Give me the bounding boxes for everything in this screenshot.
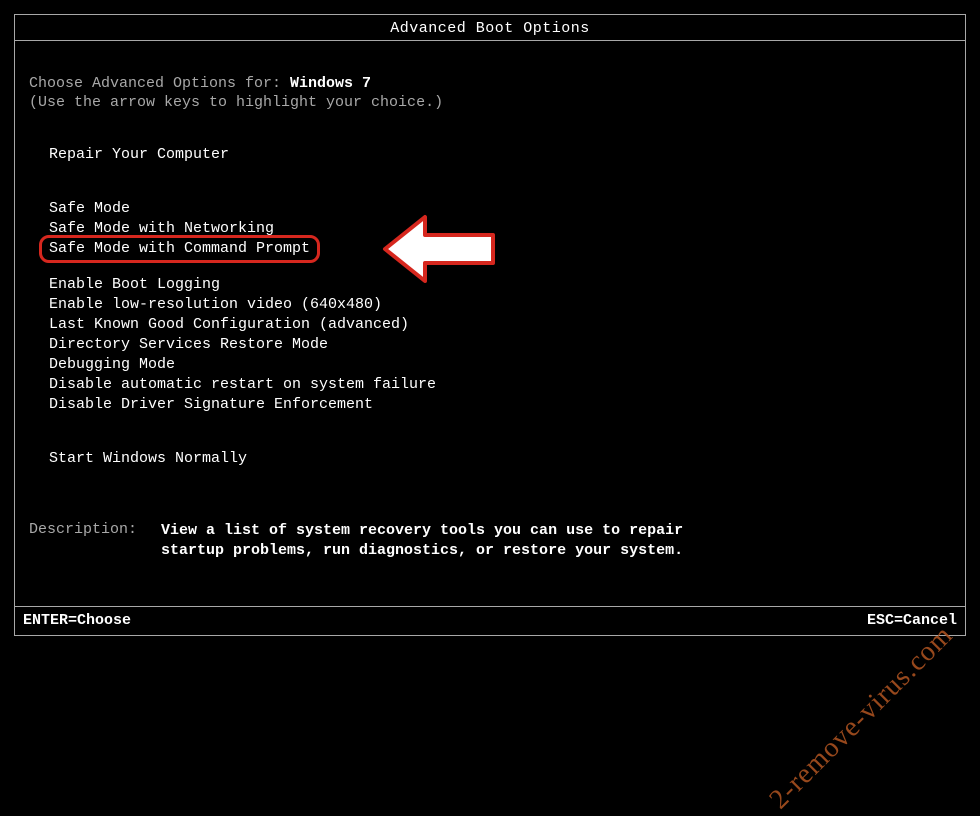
menu-repair-computer[interactable]: Repair Your Computer <box>49 145 951 165</box>
choose-line: Choose Advanced Options for: Windows 7 <box>29 75 951 92</box>
footer-enter: ENTER=Choose <box>23 612 131 629</box>
page-title: Advanced Boot Options <box>15 15 965 41</box>
menu-start-normally[interactable]: Start Windows Normally <box>49 449 951 469</box>
menu-group-2: Safe Mode Safe Mode with Networking Safe… <box>49 199 951 259</box>
content-area: Choose Advanced Options for: Windows 7 (… <box>15 75 965 561</box>
footer-esc: ESC=Cancel <box>867 612 957 629</box>
menu-safe-mode[interactable]: Safe Mode <box>49 199 951 219</box>
hint-line: (Use the arrow keys to highlight your ch… <box>29 94 951 111</box>
menu-safe-mode-command-prompt-label: Safe Mode with Command Prompt <box>49 240 310 257</box>
menu-group-4: Start Windows Normally <box>49 449 951 469</box>
menu-safe-mode-networking[interactable]: Safe Mode with Networking <box>49 219 951 239</box>
menu-debugging-mode[interactable]: Debugging Mode <box>49 355 951 375</box>
menu-safe-mode-command-prompt[interactable]: Safe Mode with Command Prompt <box>49 239 951 259</box>
menu-group-1: Repair Your Computer <box>49 145 951 165</box>
os-name: Windows 7 <box>290 75 371 92</box>
description-line-1: View a list of system recovery tools you… <box>161 521 683 541</box>
menu-enable-boot-logging[interactable]: Enable Boot Logging <box>49 275 951 295</box>
description-line-2: startup problems, run diagnostics, or re… <box>161 541 683 561</box>
menu-group-3: Enable Boot Logging Enable low-resolutio… <box>49 275 951 415</box>
description-label: Description: <box>29 521 161 561</box>
watermark: 2-remove-virus.com <box>764 619 960 815</box>
boot-options-screen: Advanced Boot Options Choose Advanced Op… <box>14 14 966 636</box>
footer-bar: ENTER=Choose ESC=Cancel <box>15 606 965 635</box>
menu-ds-restore-mode[interactable]: Directory Services Restore Mode <box>49 335 951 355</box>
menu-low-res-video[interactable]: Enable low-resolution video (640x480) <box>49 295 951 315</box>
menu-disable-driver-sig[interactable]: Disable Driver Signature Enforcement <box>49 395 951 415</box>
description-text: View a list of system recovery tools you… <box>161 521 683 561</box>
description-block: Description: View a list of system recov… <box>29 521 951 561</box>
menu-last-known-good[interactable]: Last Known Good Configuration (advanced) <box>49 315 951 335</box>
choose-prefix: Choose Advanced Options for: <box>29 75 290 92</box>
menu-disable-auto-restart[interactable]: Disable automatic restart on system fail… <box>49 375 951 395</box>
